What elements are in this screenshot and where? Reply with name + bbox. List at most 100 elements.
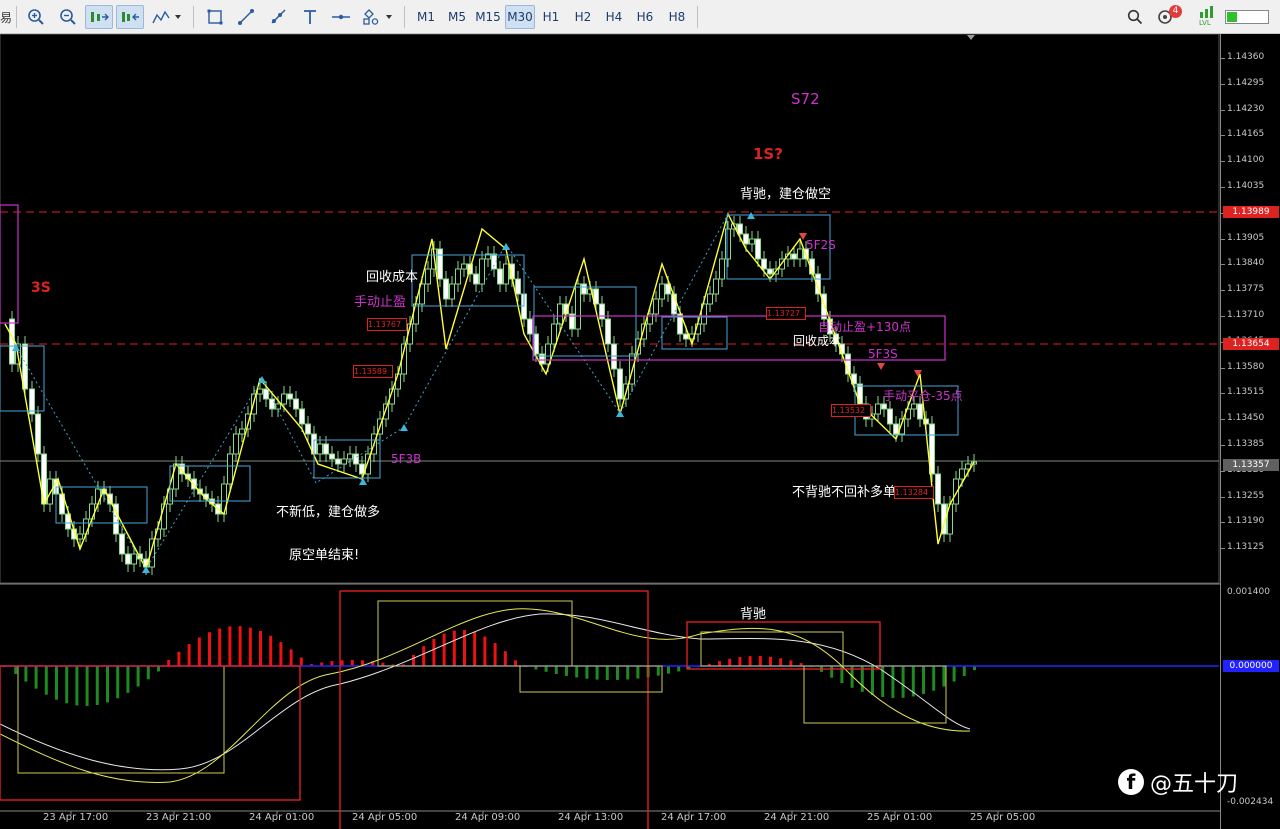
timeframe-h6[interactable]: H6	[630, 5, 660, 29]
magenta-zone-box	[0, 204, 19, 324]
price-axis-label: 1.13450	[1227, 413, 1265, 424]
timeframe-m15[interactable]: M15	[473, 5, 503, 29]
bull-candle	[239, 428, 245, 435]
bull-candle	[659, 283, 665, 300]
timeframe-h2[interactable]: H2	[568, 5, 598, 29]
macd-histogram-bar	[340, 660, 344, 666]
price-axis-label: 1.14035	[1227, 181, 1265, 191]
macd-histogram-bar	[677, 666, 681, 672]
macd-histogram-bar	[636, 666, 640, 679]
macd-histogram-bar	[483, 636, 487, 666]
bear-candle	[299, 408, 305, 425]
connection-status-bar	[1224, 5, 1270, 29]
macd-histogram-bar	[656, 666, 660, 676]
price-axis-tick	[1221, 238, 1225, 240]
macd-histogram-bar	[238, 626, 242, 666]
macd-histogram-bar	[85, 666, 89, 706]
order-tag: 1.13589	[353, 365, 393, 378]
price-tag-lower: 1.13654	[1223, 338, 1279, 350]
bull-candle	[719, 258, 725, 280]
macd-histogram-bar	[667, 666, 670, 674]
macd-histogram-bar	[595, 666, 599, 680]
timeframe-h8[interactable]: H8	[662, 5, 692, 29]
zoom-in-icon[interactable]	[24, 5, 48, 29]
price-chart[interactable]: S72 1S? 背驰，建仓做空 3S 回收成本 手动止盈 5F2S 自动止盈+1…	[0, 34, 1220, 829]
trendline-tool-icon[interactable]	[234, 5, 258, 29]
ray-tool-icon[interactable]	[266, 5, 290, 29]
bull-candle	[479, 258, 485, 285]
bull-candle	[725, 228, 731, 260]
rectangle-tool-icon[interactable]	[203, 5, 227, 29]
macd-histogram-bar	[197, 637, 201, 666]
chart-canvas[interactable]	[0, 34, 1220, 829]
auto-scroll-icon[interactable]	[85, 5, 113, 29]
macd-histogram-bar	[779, 658, 783, 666]
price-axis-label: 1.13190	[1227, 516, 1265, 527]
price-axis[interactable]: 1.14360 1.14295 1.14230 1.14165 1.14100 1.140…	[1220, 34, 1280, 829]
bull-candle	[503, 263, 509, 285]
price-axis-tick	[1221, 83, 1225, 85]
bear-candle	[497, 268, 503, 285]
macd-histogram-bar	[157, 666, 160, 672]
bear-candle	[305, 423, 311, 435]
annotation-5f2s: 5F2S	[806, 238, 836, 252]
annotation-manual-close: 手动平仓-35点	[883, 389, 963, 403]
macd-histogram-bar	[412, 654, 415, 666]
macd-histogram-bar	[585, 666, 589, 679]
timeframe-m5[interactable]: M5	[442, 5, 472, 29]
annotation-1s: 1S?	[753, 145, 783, 163]
indicator-label-min: -0.002434	[1227, 797, 1274, 807]
text-tool-icon[interactable]	[298, 5, 322, 29]
macd-line	[0, 608, 971, 783]
watermark: f @五十刀	[1118, 766, 1238, 798]
price-axis-tick	[1221, 58, 1225, 59]
bear-candle	[599, 303, 605, 320]
timeframe-m1[interactable]: M1	[411, 5, 441, 29]
price-axis-label: 1.13905	[1227, 232, 1265, 243]
price-axis-tick	[1221, 445, 1225, 446]
annotation-5f3s: 5F3S	[868, 347, 898, 361]
time-axis-label: 23 Apr 17:00	[43, 812, 109, 823]
macd-histogram-bar	[330, 661, 334, 666]
price-axis-tick	[1221, 496, 1225, 498]
signal-level-icon[interactable]: LVL	[1196, 5, 1220, 29]
time-axis-label: 24 Apr 09:00	[455, 812, 521, 823]
chart-shift-icon[interactable]	[116, 5, 144, 29]
macd-histogram-bar	[473, 632, 477, 666]
bear-candle	[353, 453, 359, 465]
price-axis-tick	[1221, 135, 1225, 137]
time-axis-label: 24 Apr 17:00	[661, 812, 727, 823]
indicators-menu-icon[interactable]	[149, 5, 185, 29]
toolbar-separator	[404, 6, 405, 28]
zigzag-line	[4, 212, 975, 571]
shapes-menu-icon[interactable]	[360, 5, 396, 29]
timeframe-h4[interactable]: H4	[599, 5, 629, 29]
macd-histogram-bar	[728, 658, 732, 666]
time-axis-label: 24 Apr 05:00	[352, 812, 418, 823]
macd-histogram-bar	[544, 666, 548, 672]
time-axis-label: 25 Apr 05:00	[970, 812, 1036, 823]
price-axis-tick	[1221, 548, 1225, 550]
bull-candle	[89, 503, 95, 520]
price-tag-current: 1.13357	[1223, 459, 1279, 471]
annotation-bei-chi-short: 背驰，建仓做空	[740, 187, 832, 202]
macd-histogram-bar	[177, 651, 181, 666]
notifications-icon[interactable]: 4	[1156, 5, 1186, 29]
zoom-out-icon[interactable]	[56, 5, 80, 29]
bull-candle	[317, 443, 323, 455]
price-axis-tick	[1221, 367, 1225, 369]
bull-candle	[911, 403, 917, 410]
notification-badge: 4	[1169, 5, 1182, 18]
horizontal-line-tool-icon[interactable]	[328, 5, 354, 29]
timeframe-h1[interactable]: H1	[536, 5, 566, 29]
macd-histogram-bar	[34, 666, 38, 689]
annotation-recover-cost-2: 回收成本	[793, 334, 842, 348]
bull-candle	[653, 298, 659, 315]
bull-candle	[347, 453, 353, 460]
bull-candle	[575, 283, 581, 330]
timeframe-m30[interactable]: M30	[505, 5, 535, 29]
buy-arrow-icon	[400, 424, 408, 431]
annotation-no-new-low: 不新低，建仓做多	[276, 505, 381, 520]
search-icon[interactable]	[1124, 5, 1146, 29]
macd-histogram-bar	[269, 635, 273, 666]
